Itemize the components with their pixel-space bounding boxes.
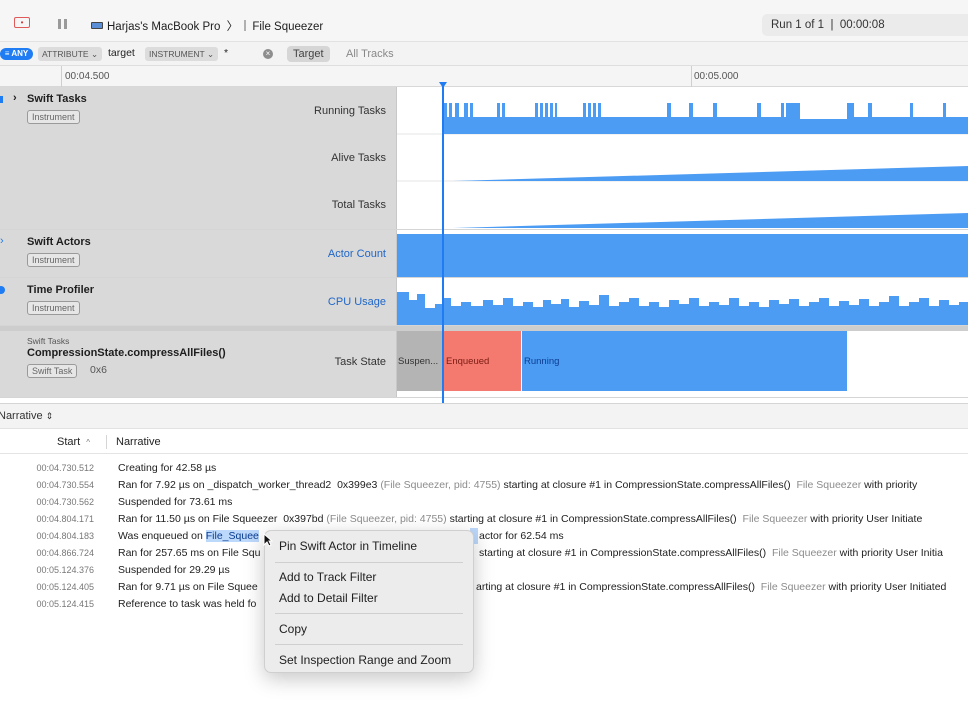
state-suspended[interactable]: Suspen... xyxy=(397,331,442,391)
time-ruler[interactable]: 00:04.500 00:05.000 xyxy=(0,66,968,87)
menu-item-set-inspection-range[interactable]: Set Inspection Range and Zoom xyxy=(279,653,451,667)
track-swift-tasks[interactable]: › Swift Tasks Instrument Running Tasks A… xyxy=(0,87,968,230)
target-name: File Squeezer xyxy=(252,21,324,33)
menu-separator xyxy=(275,562,463,563)
track-header: › Swift Tasks Instrument Running Tasks A… xyxy=(0,87,397,229)
table-row[interactable]: 00:04.804.171 Ran for 11.50 µs on File S… xyxy=(0,511,968,528)
detail-mode-selector[interactable]: Narrative ⇕ xyxy=(0,410,53,422)
track-swift-task[interactable]: Swift Tasks CompressionState.compressAll… xyxy=(0,326,968,398)
track-header: Swift Tasks CompressionState.compressAll… xyxy=(0,331,397,397)
track-swift-actors[interactable]: › Swift Actors Instrument Actor Count xyxy=(0,230,968,278)
disclosure-chevron-icon[interactable]: › xyxy=(0,235,4,247)
table-row[interactable]: 00:04.730.554 Ran for 7.92 µs on _dispat… xyxy=(0,477,968,494)
table-row[interactable]: 00:05.124.415 Reference to task was held… xyxy=(0,596,968,613)
disclosure-chevron-icon[interactable]: › xyxy=(13,92,17,104)
instrument-value[interactable]: * xyxy=(224,47,228,59)
laptop-icon xyxy=(91,22,103,29)
run-status: Run 1 of 1 | 00:00:08 xyxy=(762,14,968,36)
track-graph[interactable] xyxy=(397,230,968,277)
menu-item-add-to-track-filter[interactable]: Add to Track Filter xyxy=(279,570,376,584)
device-selector[interactable]: Harjas's MacBook Pro 〉 File Squeezer xyxy=(91,18,323,34)
menu-separator xyxy=(275,613,463,614)
menu-item-copy[interactable]: Copy xyxy=(279,622,307,636)
attribute-token[interactable]: ATTRIBUTE ⌄ xyxy=(38,47,103,61)
task-state-lane[interactable]: Suspen... Enqueued Running xyxy=(397,331,968,397)
detail-table-header: Start ^ Narrative xyxy=(0,430,968,454)
instrument-token[interactable]: INSTRUMENT ⌄ xyxy=(145,47,219,61)
context-menu: Pin Swift Actor in Timeline Add to Track… xyxy=(264,530,474,673)
pause-button[interactable] xyxy=(58,19,68,29)
track-graph[interactable] xyxy=(397,87,968,229)
task-id: 0x6 xyxy=(90,364,107,376)
ruler-tick-label: 00:04.500 xyxy=(65,71,110,82)
clear-filter-icon[interactable]: × xyxy=(263,49,273,59)
track-name: CompressionState.compressAllFiles() xyxy=(27,347,226,359)
attribute-value[interactable]: target xyxy=(108,47,135,59)
series-label: Task State xyxy=(334,356,386,368)
filter-bar: ≡ ANY ATTRIBUTE ⌄ target INSTRUMENT ⌄ * … xyxy=(0,42,968,66)
table-row[interactable]: 00:04.730.512 Creating for 42.58 µs xyxy=(0,460,968,477)
swift-task-badge: Swift Task xyxy=(27,364,78,378)
track-color-marker xyxy=(0,96,3,103)
playhead-handle[interactable] xyxy=(439,82,447,88)
scope-all-tracks-button[interactable]: All Tracks xyxy=(346,48,394,60)
state-enqueued[interactable]: Enqueued xyxy=(444,331,521,391)
toolbar: • Harjas's MacBook Pro 〉 File Squeezer R… xyxy=(0,0,968,42)
column-narrative-header[interactable]: Narrative xyxy=(116,436,161,448)
chevron-right-icon: 〉 xyxy=(226,21,239,33)
chevron-up-down-icon: ⇕ xyxy=(45,411,54,421)
pause-icon xyxy=(58,19,61,29)
ruler-tick-label: 00:05.000 xyxy=(694,71,739,82)
series-label: Alive Tasks xyxy=(331,152,386,164)
menu-item-pin-swift-actor[interactable]: Pin Swift Actor in Timeline xyxy=(279,539,417,553)
instrument-badge: Instrument xyxy=(27,301,80,315)
device-name: Harjas's MacBook Pro xyxy=(107,21,221,33)
scope-target-button[interactable]: Target xyxy=(287,46,330,62)
instrument-badge: Instrument xyxy=(27,110,80,124)
playhead[interactable] xyxy=(442,83,444,403)
any-filter-button[interactable]: ≡ ANY xyxy=(0,48,33,60)
actor-count-graph xyxy=(397,234,968,277)
record-icon: • xyxy=(20,18,24,27)
table-row[interactable]: 00:05.124.405 Ran for 9.71 µs on File Sq… xyxy=(0,579,968,596)
track-color-dot xyxy=(0,286,5,294)
track-name: Swift Actors xyxy=(27,236,91,248)
table-row[interactable]: 00:04.804.183 Was enqueued on File_Squee… xyxy=(0,528,968,545)
series-label: Total Tasks xyxy=(331,199,386,211)
track-time-profiler[interactable]: Time Profiler Instrument CPU Usage xyxy=(0,278,968,326)
table-row[interactable]: 00:04.730.562 Suspended for 73.61 ms xyxy=(0,494,968,511)
track-name: Time Profiler xyxy=(27,284,95,296)
track-name: Swift Tasks xyxy=(27,93,87,105)
series-label: Actor Count xyxy=(327,248,386,260)
chevron-down-icon: ⌄ xyxy=(206,49,215,59)
mouse-cursor-icon xyxy=(263,533,273,547)
menu-item-add-to-detail-filter[interactable]: Add to Detail Filter xyxy=(279,591,378,605)
chevron-down-icon: ⌄ xyxy=(90,49,99,59)
track-header: › Swift Actors Instrument Actor Count xyxy=(0,230,397,277)
app-icon xyxy=(244,20,247,31)
series-label: CPU Usage xyxy=(327,296,386,308)
running-tasks-graph xyxy=(397,103,968,228)
cpu-usage-graph xyxy=(397,292,968,325)
series-label: Running Tasks xyxy=(314,105,386,117)
state-running[interactable]: Running xyxy=(522,331,847,391)
track-header: Time Profiler Instrument CPU Usage xyxy=(0,278,397,325)
column-start-header[interactable]: Start ^ xyxy=(57,436,90,448)
sort-ascending-icon: ^ xyxy=(86,438,91,447)
track-graph[interactable] xyxy=(397,278,968,325)
table-row[interactable]: 00:04.866.724 Ran for 257.65 ms on File … xyxy=(0,545,968,562)
menu-separator xyxy=(275,644,463,645)
instrument-badge: Instrument xyxy=(27,253,80,267)
record-button[interactable]: • xyxy=(14,17,30,28)
table-row[interactable]: 00:05.124.376 Suspended for 29.29 µs xyxy=(0,562,968,579)
track-kind: Swift Tasks xyxy=(27,336,70,346)
detail-selector-bar: Narrative ⇕ xyxy=(0,403,968,429)
actor-link-highlight[interactable]: File_Squee xyxy=(205,530,259,542)
